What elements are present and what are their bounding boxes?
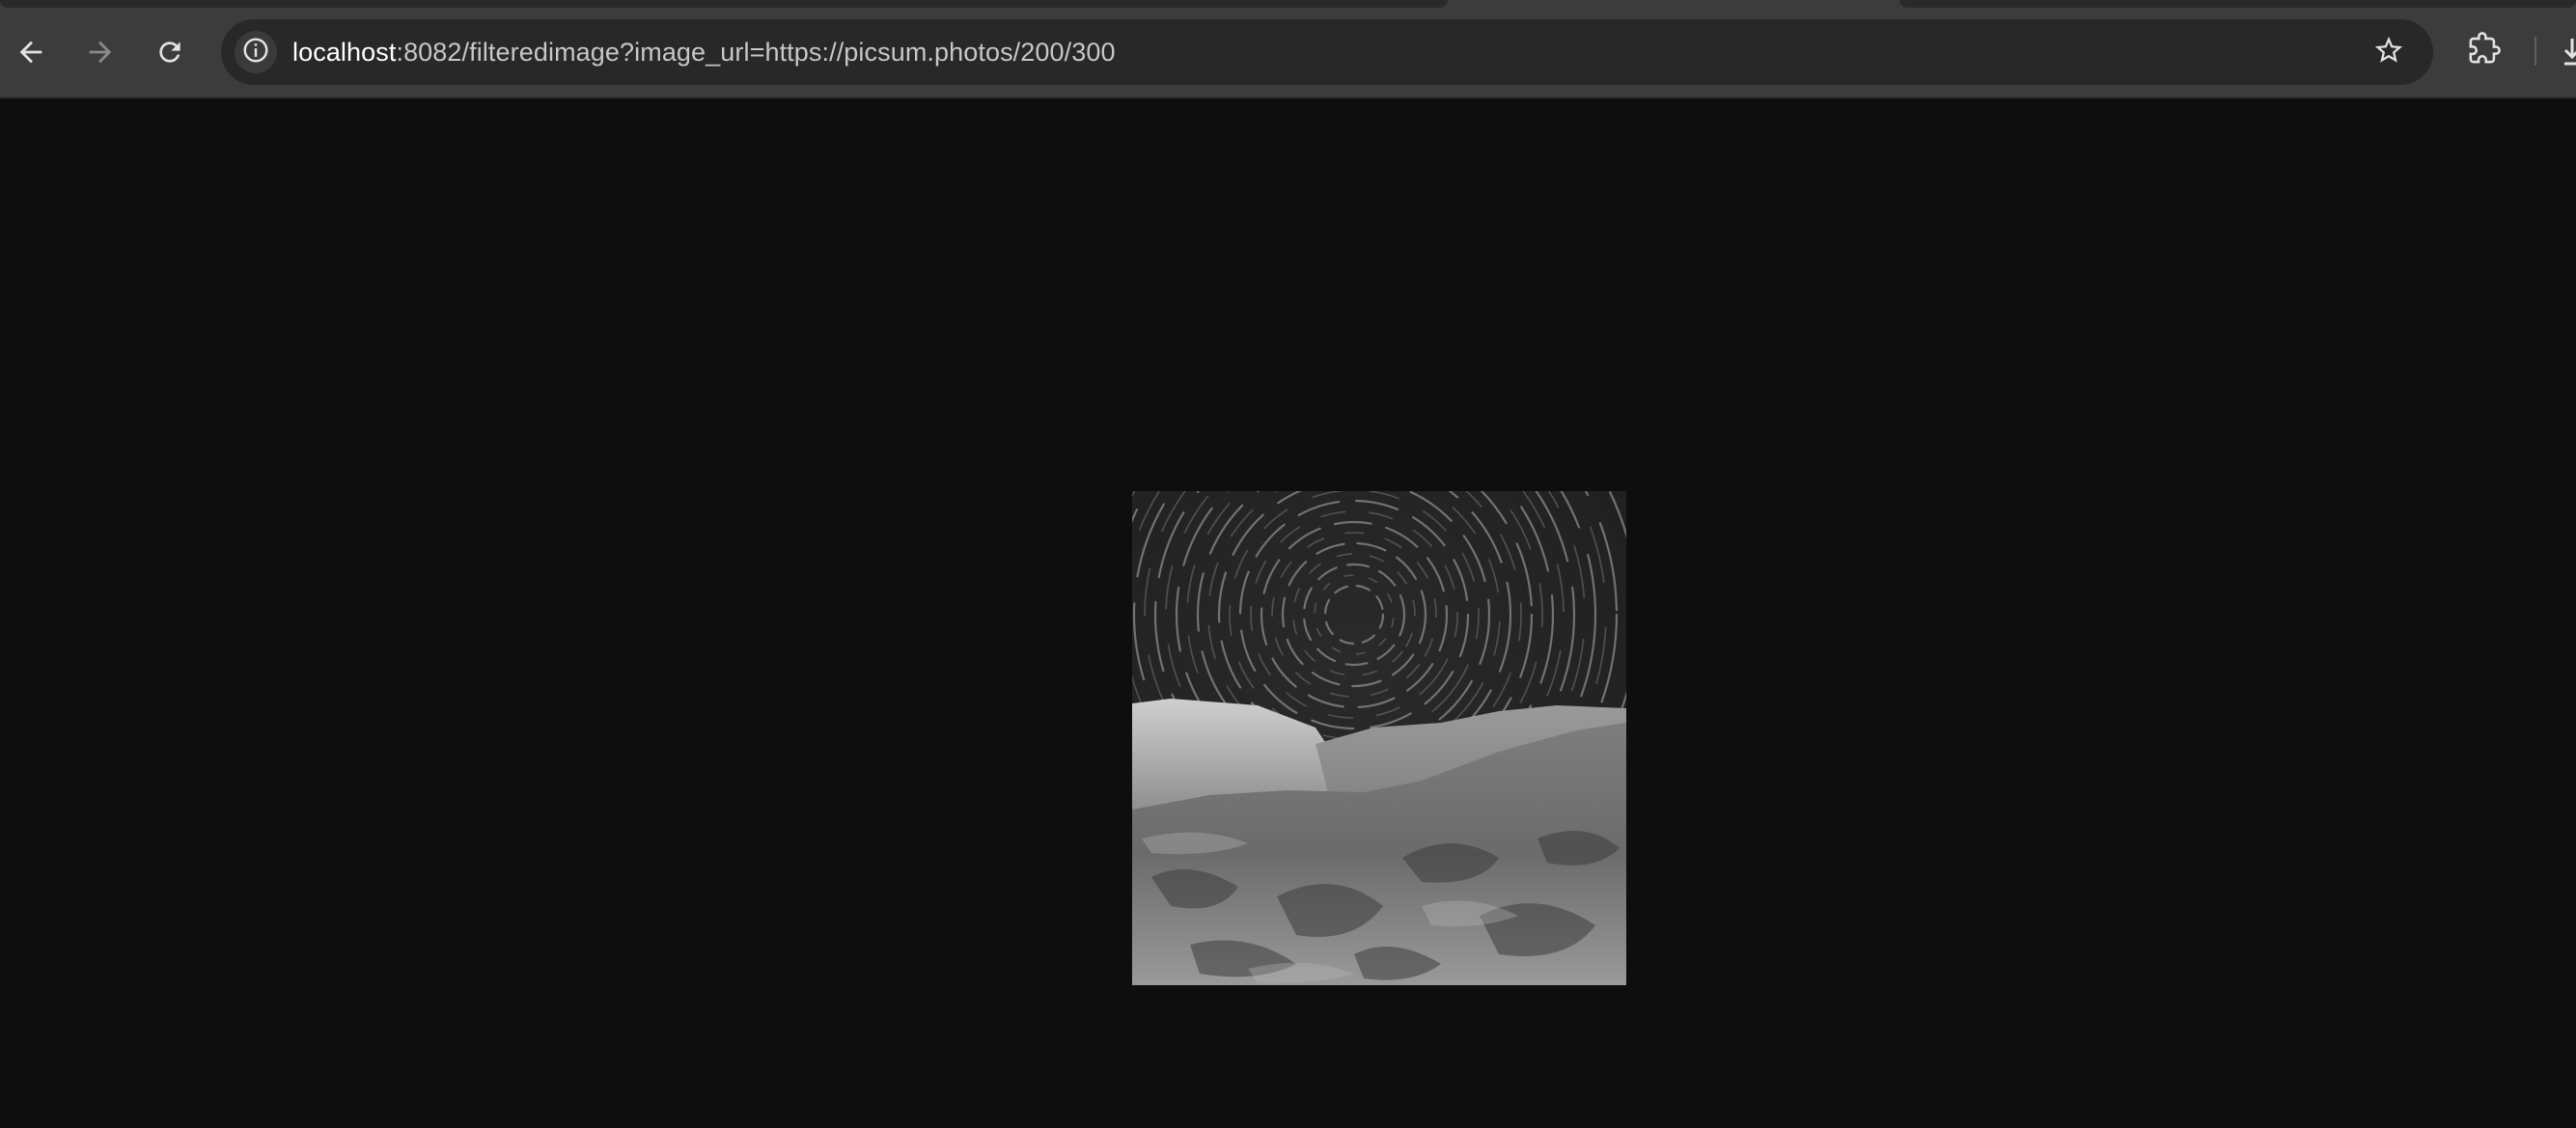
reload-icon <box>154 37 185 68</box>
download-icon[interactable] <box>2562 35 2576 68</box>
browser-window: localhost:8082/filteredimage?image_url=h… <box>0 0 2576 1128</box>
url-text[interactable]: localhost:8082/filteredimage?image_url=h… <box>292 19 1116 85</box>
tab-strip-tab-left[interactable] <box>0 0 1448 8</box>
site-info-button[interactable] <box>235 31 277 73</box>
back-button[interactable] <box>4 25 58 79</box>
toolbar-divider <box>2534 37 2536 66</box>
puzzle-piece-icon <box>2468 31 2501 69</box>
arrow-right-icon <box>84 36 117 69</box>
star-outline-icon <box>2372 34 2405 71</box>
info-icon <box>241 36 270 69</box>
reload-button[interactable] <box>143 25 197 79</box>
url-host: localhost <box>292 38 397 67</box>
browser-toolbar: localhost:8082/filteredimage?image_url=h… <box>0 0 2576 98</box>
extensions-button[interactable] <box>2459 25 2509 75</box>
filtered-image <box>1132 491 1626 985</box>
address-bar[interactable]: localhost:8082/filteredimage?image_url=h… <box>221 19 2433 85</box>
url-path: :8082/filteredimage?image_url=https://pi… <box>396 38 1116 67</box>
arrow-left-icon <box>14 36 47 69</box>
tab-strip-tab-right[interactable] <box>1899 0 2576 8</box>
forward-button[interactable] <box>73 25 127 79</box>
bookmark-button[interactable] <box>2366 29 2412 75</box>
